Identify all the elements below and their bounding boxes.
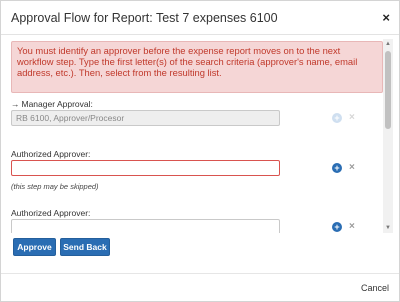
arrow-right-icon: → (11, 99, 20, 109)
scroll-down-icon[interactable]: ▼ (383, 223, 393, 233)
authorized-approver-label-2: Authorized Approver: (11, 208, 91, 218)
dialog-header: Approval Flow for Report: Test 7 expense… (1, 1, 399, 35)
dialog-title: Approval Flow for Report: Test 7 expense… (11, 11, 278, 25)
scrollbar[interactable]: ▲ ▼ (383, 39, 393, 233)
cancel-link[interactable]: Cancel (361, 283, 389, 293)
manager-approval-label-text: Manager Approval: (21, 99, 93, 109)
add-approver-icon-2[interactable]: + (332, 222, 342, 232)
dialog-footer: Cancel (1, 273, 399, 301)
alert-message: You must identify an approver before the… (17, 45, 358, 78)
send-back-button[interactable]: Send Back (60, 238, 110, 256)
scroll-thumb[interactable] (385, 51, 391, 129)
authorized-approver-input[interactable] (11, 160, 280, 176)
dialog-body: You must identify an approver before the… (9, 39, 393, 233)
authorized-approver-input-2[interactable] (11, 219, 280, 233)
remove-approver-icon-2[interactable]: × (349, 222, 355, 232)
add-approver-icon[interactable]: + (332, 163, 342, 173)
remove-approver-icon[interactable]: × (349, 163, 355, 173)
close-icon[interactable]: × (382, 10, 390, 25)
remove-approver-icon: × (349, 112, 355, 123)
approve-button[interactable]: Approve (13, 238, 56, 256)
add-approver-icon: + (332, 113, 342, 123)
error-alert: You must identify an approver before the… (11, 41, 383, 93)
skippable-note: (this step may be skipped) (11, 182, 99, 191)
approval-flow-dialog: Approval Flow for Report: Test 7 expense… (0, 0, 400, 302)
scroll-up-icon[interactable]: ▲ (383, 39, 393, 49)
manager-approver-field (11, 110, 280, 126)
authorized-approver-label: Authorized Approver: (11, 149, 91, 159)
manager-approval-label: → Manager Approval: (11, 99, 93, 109)
